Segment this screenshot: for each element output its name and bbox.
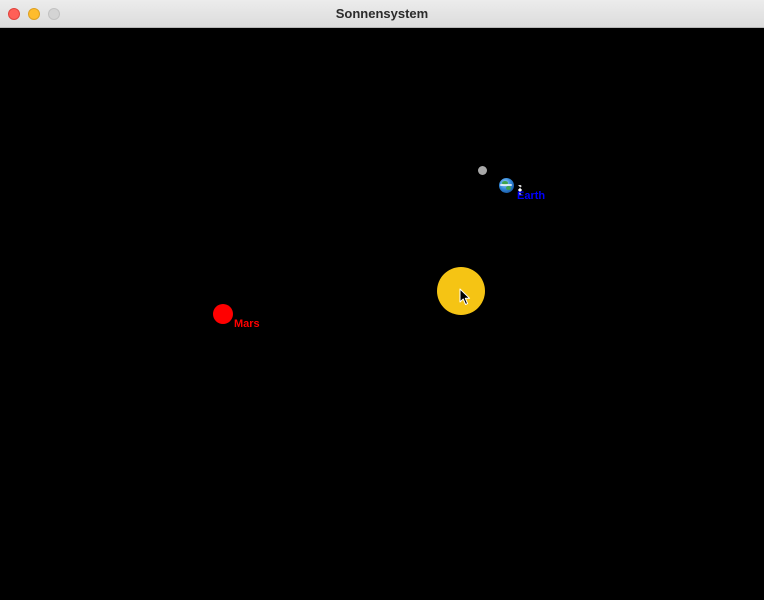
app-window: Sonnensystem Earth Mars [0, 0, 764, 600]
title-bar[interactable]: Sonnensystem [0, 0, 764, 28]
mars-label: Mars [234, 318, 260, 330]
earth-label: Earth [517, 190, 546, 202]
window-title: Sonnensystem [335, 6, 429, 21]
earth-cloud [500, 184, 512, 186]
solar-system-canvas[interactable]: Earth Mars [0, 28, 764, 600]
earth-globe-icon [499, 178, 514, 193]
mars [213, 304, 233, 324]
moon [478, 166, 487, 175]
mouse-pointer-icon [459, 288, 471, 305]
earth-landmass [506, 186, 511, 190]
